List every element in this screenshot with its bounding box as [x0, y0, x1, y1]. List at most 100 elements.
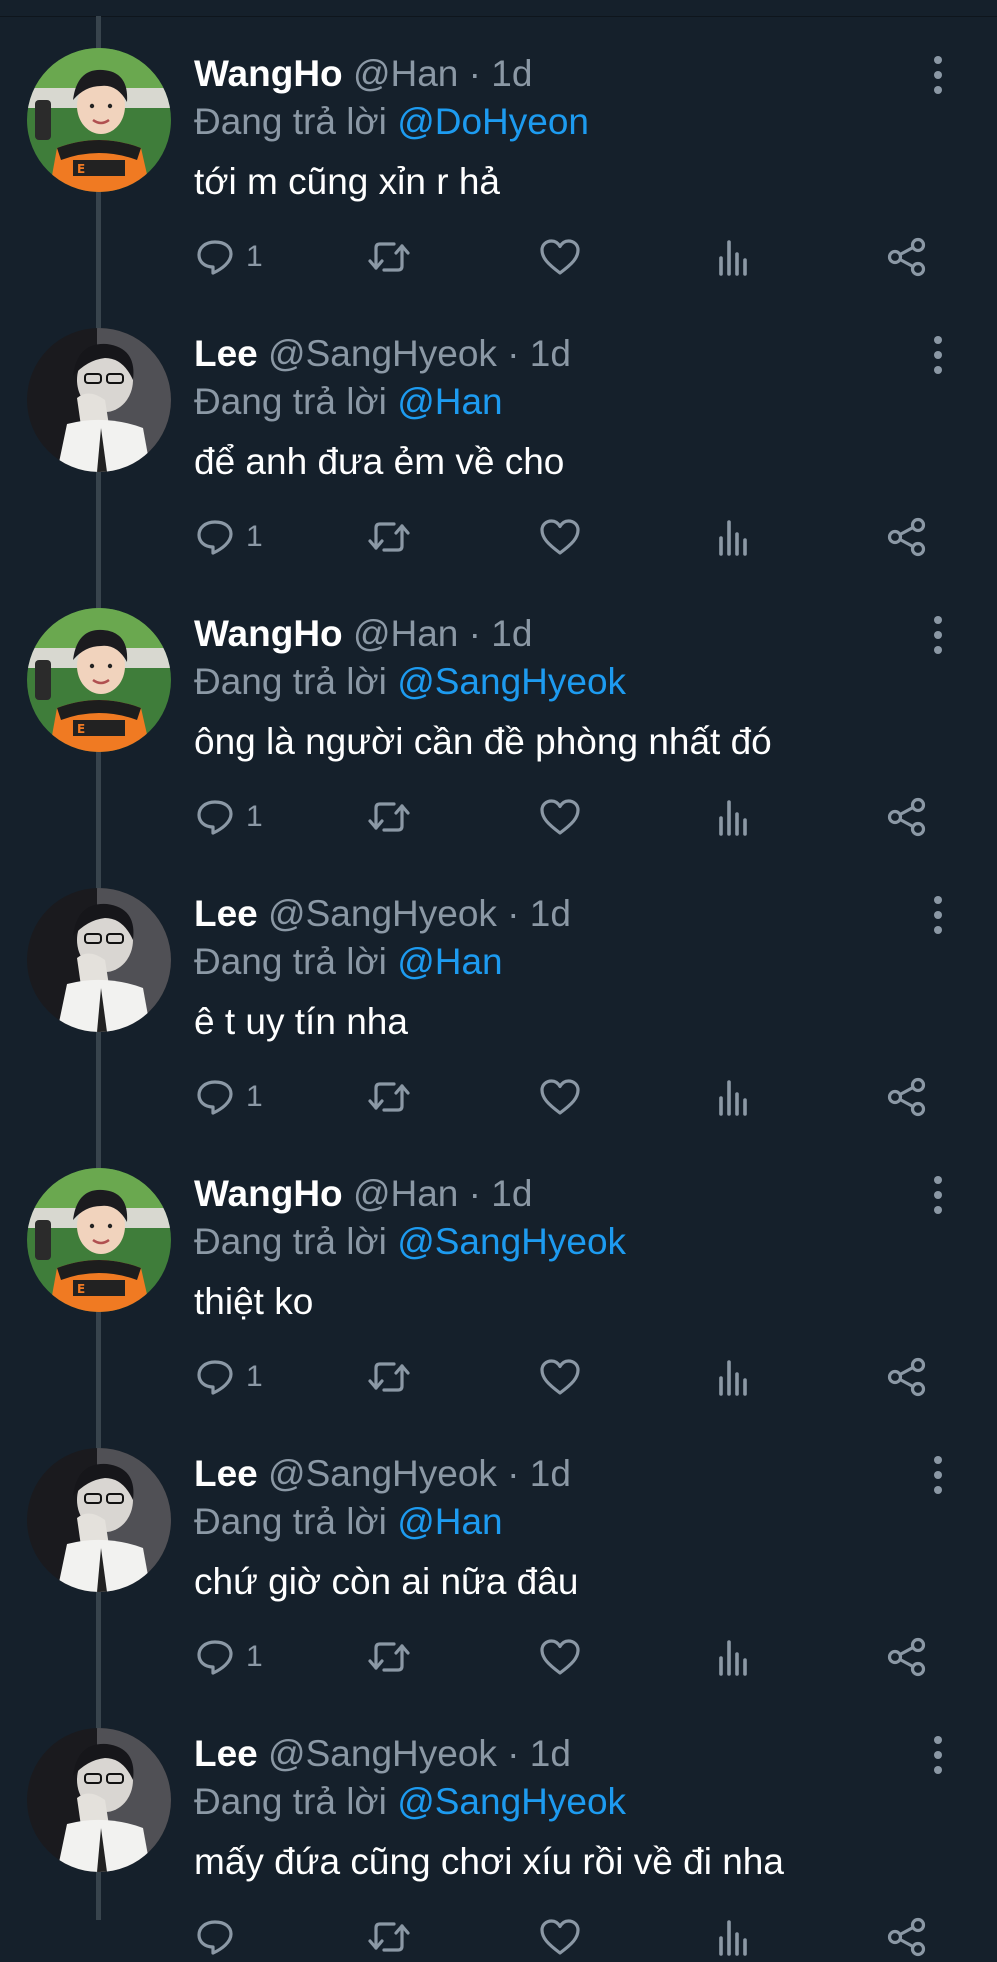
- more-options-button[interactable]: [918, 610, 958, 660]
- share-button[interactable]: [884, 1632, 930, 1682]
- more-options-button[interactable]: [918, 1730, 958, 1780]
- tweet-actions: 1: [194, 1632, 934, 1682]
- tweet-header: Lee @SangHyeok · 1d: [194, 1732, 571, 1776]
- share-button[interactable]: [884, 1352, 930, 1402]
- author-name[interactable]: Lee: [194, 893, 258, 934]
- retweet-icon: [368, 1362, 410, 1392]
- author-handle[interactable]: @Han: [353, 613, 458, 654]
- retweet-button[interactable]: [366, 1352, 412, 1402]
- views-button[interactable]: [714, 1072, 754, 1122]
- tweet[interactable]: E WangHo @Han · 1d Đang trả lời @SangHye…: [0, 1120, 997, 1400]
- retweet-button[interactable]: [366, 512, 412, 562]
- share-button[interactable]: [884, 1072, 930, 1122]
- author-handle[interactable]: @Han: [353, 1173, 458, 1214]
- like-button[interactable]: [538, 1632, 582, 1682]
- reply-mention-link[interactable]: @SangHyeok: [397, 661, 626, 702]
- author-name[interactable]: Lee: [194, 333, 258, 374]
- author-handle[interactable]: @SangHyeok: [268, 333, 497, 374]
- tweet[interactable]: Lee @SangHyeok · 1d Đang trả lời @Han ê …: [0, 840, 997, 1120]
- reply-button[interactable]: 1: [194, 1072, 263, 1122]
- retweet-button[interactable]: [366, 1632, 412, 1682]
- avatar[interactable]: E: [27, 1168, 171, 1312]
- like-icon: [540, 519, 580, 555]
- share-icon: [887, 237, 926, 277]
- more-options-button[interactable]: [918, 1170, 958, 1220]
- views-button[interactable]: [714, 1352, 754, 1402]
- retweet-button[interactable]: [366, 232, 412, 282]
- author-name[interactable]: WangHo: [194, 1173, 343, 1214]
- reply-button[interactable]: 1: [194, 792, 263, 842]
- share-icon: [887, 797, 926, 837]
- avatar[interactable]: E: [27, 608, 171, 752]
- time-separator: ·: [496, 1453, 530, 1494]
- reply-button[interactable]: 1: [194, 232, 263, 282]
- replying-to: Đang trả lời @DoHyeon: [194, 99, 589, 145]
- avatar[interactable]: [27, 1728, 171, 1872]
- reply-mention-link[interactable]: @Han: [397, 941, 502, 982]
- tweet[interactable]: Lee @SangHyeok · 1d Đang trả lời @SangHy…: [0, 1680, 997, 1960]
- more-options-button[interactable]: [918, 890, 958, 940]
- tweet-text: chứ giờ còn ai nữa đâu: [194, 1561, 579, 1602]
- more-options-button[interactable]: [918, 330, 958, 380]
- tweet-actions: 1: [194, 792, 934, 842]
- author-name[interactable]: Lee: [194, 1733, 258, 1774]
- like-button[interactable]: [538, 792, 582, 842]
- share-button[interactable]: [884, 512, 930, 562]
- reply-mention-link[interactable]: @Han: [397, 381, 502, 422]
- like-button[interactable]: [538, 1072, 582, 1122]
- views-button[interactable]: [714, 232, 754, 282]
- author-handle[interactable]: @SangHyeok: [268, 893, 497, 934]
- svg-text:E: E: [77, 1282, 85, 1296]
- more-options-button[interactable]: [918, 50, 958, 100]
- more-vertical-icon: [934, 1736, 942, 1744]
- reply-button[interactable]: 1: [194, 1632, 263, 1682]
- views-button[interactable]: [714, 512, 754, 562]
- views-button[interactable]: [714, 1632, 754, 1682]
- replying-to: Đang trả lời @SangHyeok: [194, 1219, 626, 1265]
- author-name[interactable]: WangHo: [194, 613, 343, 654]
- reply-button[interactable]: 1: [194, 1352, 263, 1402]
- reply-mention-link[interactable]: @Han: [397, 1501, 502, 1542]
- tweet-text: ê t uy tín nha: [194, 1001, 408, 1042]
- author-handle[interactable]: @SangHyeok: [268, 1453, 497, 1494]
- retweet-icon: [368, 1082, 410, 1112]
- tweet-header: WangHo @Han · 1d: [194, 1172, 532, 1216]
- tweet[interactable]: E WangHo @Han · 1d Đang trả lời @SangHye…: [0, 560, 997, 840]
- like-button[interactable]: [538, 1352, 582, 1402]
- author-handle[interactable]: @SangHyeok: [268, 1733, 497, 1774]
- like-button[interactable]: [538, 232, 582, 282]
- tweet-time: 1d: [491, 613, 533, 654]
- time-separator: ·: [458, 613, 492, 654]
- tweet[interactable]: E WangHo @Han · 1d Đang trả lời @DoHyeon…: [0, 0, 997, 280]
- views-icon: [719, 800, 747, 836]
- views-button[interactable]: [714, 792, 754, 842]
- more-vertical-icon: [934, 56, 942, 64]
- retweet-button[interactable]: [366, 792, 412, 842]
- more-options-button[interactable]: [918, 1450, 958, 1500]
- reply-button[interactable]: 1: [194, 512, 263, 562]
- retweet-button[interactable]: [366, 1072, 412, 1122]
- more-vertical-icon: [934, 336, 942, 344]
- reply-mention-link[interactable]: @SangHyeok: [397, 1781, 626, 1822]
- replying-to: Đang trả lời @SangHyeok: [194, 659, 626, 705]
- reply-mention-link[interactable]: @DoHyeon: [397, 101, 589, 142]
- like-button[interactable]: [538, 512, 582, 562]
- tweet-actions: 1: [194, 1072, 934, 1122]
- tweet[interactable]: Lee @SangHyeok · 1d Đang trả lời @Han để…: [0, 280, 997, 560]
- avatar[interactable]: [27, 888, 171, 1032]
- author-name[interactable]: Lee: [194, 1453, 258, 1494]
- author-name[interactable]: WangHo: [194, 53, 343, 94]
- views-icon: [719, 1360, 747, 1396]
- author-handle[interactable]: @Han: [353, 53, 458, 94]
- share-button[interactable]: [884, 232, 930, 282]
- reply-mention-link[interactable]: @SangHyeok: [397, 1221, 626, 1262]
- tweet[interactable]: Lee @SangHyeok · 1d Đang trả lời @Han ch…: [0, 1400, 997, 1680]
- tweet-time: 1d: [529, 1453, 571, 1494]
- avatar[interactable]: E: [27, 48, 171, 192]
- reply-count: 1: [246, 1640, 263, 1673]
- avatar[interactable]: [27, 1448, 171, 1592]
- reply-count: 1: [246, 520, 263, 553]
- tweet-text: tới m cũng xỉn r hả: [194, 161, 500, 202]
- avatar[interactable]: [27, 328, 171, 472]
- share-button[interactable]: [884, 792, 930, 842]
